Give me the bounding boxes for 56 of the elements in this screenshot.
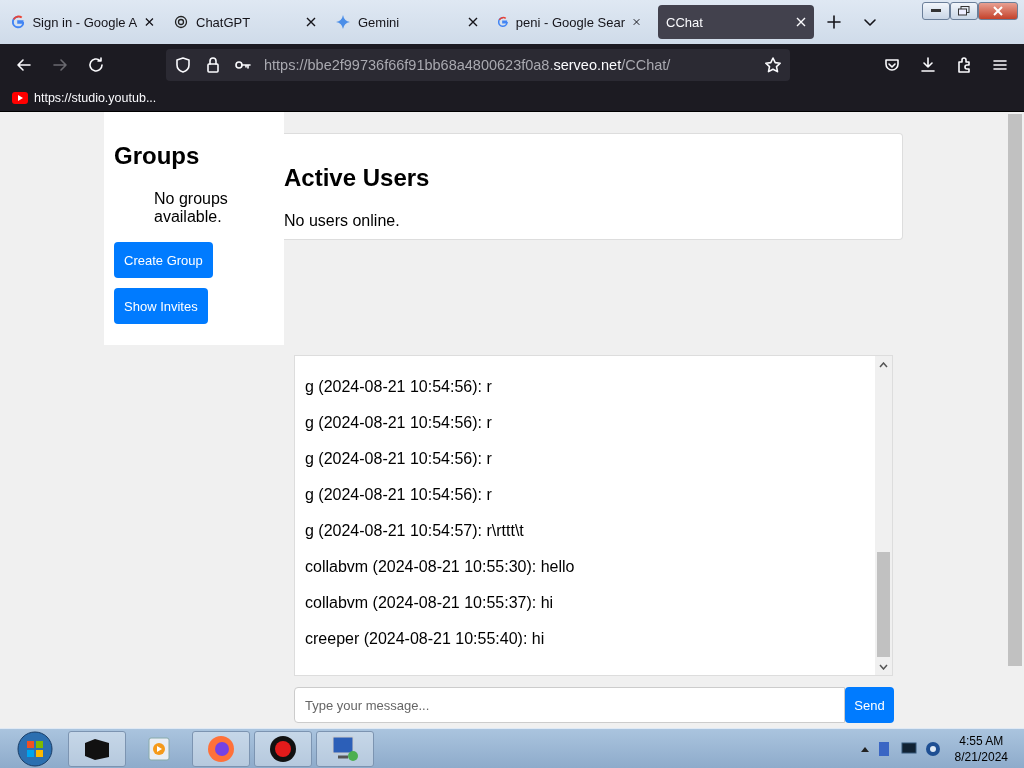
- browser-tab[interactable]: Sign in - Google A: [4, 5, 162, 39]
- shield-icon: [174, 55, 192, 74]
- record-icon[interactable]: [269, 734, 297, 763]
- active-users-heading: Active Users: [284, 164, 431, 192]
- google-icon: [498, 15, 508, 29]
- chat-message: collabvm (2024-08-21 10:55:30): hello: [305, 557, 576, 577]
- remote-desktop-icon[interactable]: [330, 734, 360, 763]
- download-icon[interactable]: [919, 55, 937, 74]
- network-icon[interactable]: [900, 741, 917, 756]
- restore-icon: [958, 6, 970, 16]
- browser-tab[interactable]: ChatGPT: [166, 5, 324, 39]
- google-icon: [12, 15, 25, 29]
- puzzle-icon[interactable]: [955, 55, 973, 74]
- chat-message: g (2024-08-21 10:54:56): r: [305, 449, 493, 469]
- firefox-icon[interactable]: [207, 734, 235, 763]
- sparkle-icon: [336, 15, 350, 29]
- show-invites-button[interactable]: Show Invites: [114, 288, 208, 324]
- close-button[interactable]: [978, 2, 1018, 20]
- send-button[interactable]: Send: [845, 687, 894, 723]
- scroll-up-icon[interactable]: [879, 361, 888, 368]
- knot-icon: [174, 15, 188, 29]
- chat-message: g (2024-08-21 10:54:56): r: [305, 413, 493, 433]
- empty-groups-text: No groups available.: [154, 190, 229, 226]
- close-icon: [993, 6, 1003, 16]
- groups-heading: Groups: [114, 142, 200, 170]
- chat-message: collabvm (2024-08-21 10:55:37): hi: [305, 593, 555, 613]
- play-icon: [12, 92, 28, 104]
- star-icon[interactable]: [764, 55, 782, 74]
- start-orb-icon[interactable]: [17, 730, 53, 767]
- browser-tab[interactable]: CChat: [658, 5, 814, 39]
- close-icon[interactable]: [145, 17, 154, 27]
- close-icon[interactable]: [306, 17, 316, 27]
- create-group-button[interactable]: Create Group: [114, 242, 213, 278]
- chat-message: creeper (2024-08-21 10:55:40): hi: [305, 629, 546, 649]
- chat-message: g (2024-08-21 10:54:56): r: [305, 377, 493, 397]
- url-text: https://bbe2f99736f66f91bb68a4800623f0a8.serveo.net/CChat/: [264, 56, 672, 73]
- browser-tab[interactable]: peni - Google Sear: [490, 5, 648, 39]
- plus-icon[interactable]: [825, 13, 843, 31]
- lock-icon: [204, 55, 222, 74]
- chat-message: g (2024-08-21 10:54:56): r: [305, 485, 493, 505]
- bookmark[interactable]: https://studio.youtub...: [12, 91, 157, 105]
- minimize-icon: [931, 9, 941, 13]
- reload-icon[interactable]: [87, 55, 105, 74]
- no-users-text: No users online.: [284, 212, 401, 230]
- clock[interactable]: 4:55 AM 8/21/2024: [954, 732, 1008, 765]
- speaker-icon[interactable]: [924, 740, 941, 757]
- address-bar[interactable]: https://bbe2f99736f66f91bb68a4800623f0a8.serveo.net/CChat/: [166, 48, 790, 81]
- caret-up-icon[interactable]: [860, 745, 869, 752]
- chat-message: g (2024-08-21 10:54:57): r\rttt\t: [305, 521, 525, 541]
- message-input[interactable]: Type your message...: [294, 687, 845, 723]
- scrollbar[interactable]: [875, 356, 892, 675]
- scroll-down-icon[interactable]: [879, 663, 888, 670]
- close-icon[interactable]: [468, 17, 478, 27]
- browser-tab[interactable]: Gemini: [328, 5, 486, 39]
- minimize-button[interactable]: [922, 2, 950, 20]
- restore-button[interactable]: [950, 2, 978, 20]
